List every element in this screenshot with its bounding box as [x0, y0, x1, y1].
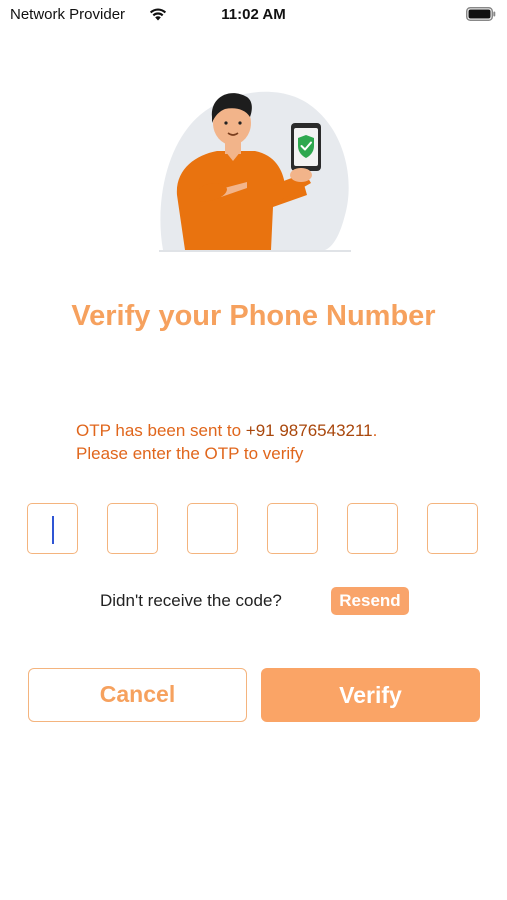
resend-row: Didn't receive the code? Resend	[0, 587, 507, 615]
otp-digit-2[interactable]	[107, 503, 158, 554]
resend-question: Didn't receive the code?	[100, 591, 282, 610]
text-cursor	[52, 516, 54, 544]
phone-number: +91 9876543211	[245, 421, 373, 440]
otp-digit-1[interactable]	[27, 503, 78, 554]
otp-message-suffix: .	[372, 421, 378, 440]
page-title: Verify your Phone Number	[71, 300, 436, 332]
otp-digit-4[interactable]	[267, 503, 318, 554]
status-bar: Network Provider 11:02 AM	[0, 0, 507, 32]
otp-digit-3[interactable]	[187, 503, 238, 554]
battery-icon	[466, 7, 496, 21]
otp-message-line2: Please enter the OTP to verify	[76, 444, 304, 463]
verification-illustration	[155, 85, 355, 255]
otp-digit-5[interactable]	[347, 503, 398, 554]
otp-digit-6[interactable]	[427, 503, 478, 554]
resend-button[interactable]: Resend	[331, 587, 409, 615]
otp-message-prefix: OTP has been sent to	[76, 421, 246, 440]
verify-button[interactable]: Verify	[261, 668, 480, 722]
otp-input-group	[27, 503, 482, 557]
otp-message-line1: OTP has been sent to +91 9876543211.	[76, 419, 476, 442]
person-with-phone-illustration	[159, 91, 351, 252]
cancel-button[interactable]: Cancel	[28, 668, 247, 722]
otp-sent-message: OTP has been sent to +91 9876543211. Ple…	[76, 419, 476, 465]
status-time: 11:02 AM	[221, 6, 286, 23]
